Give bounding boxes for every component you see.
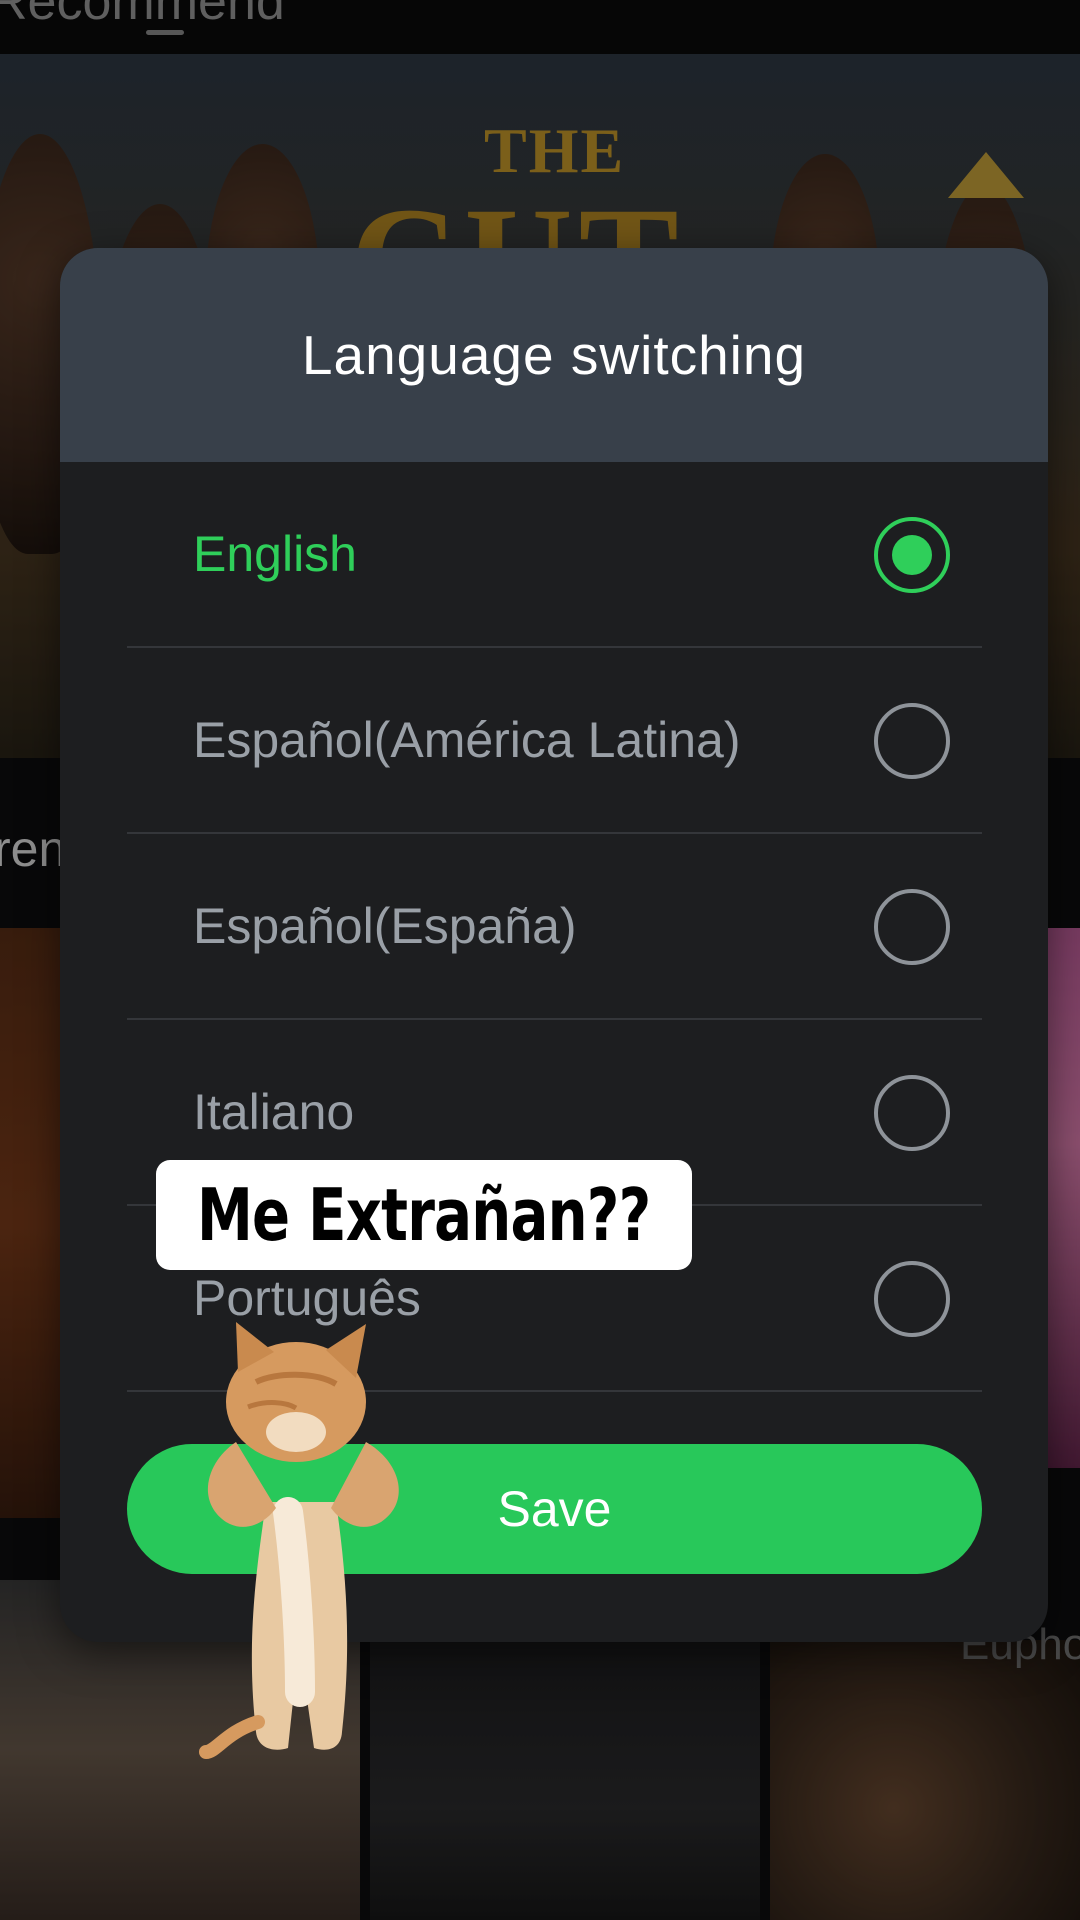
language-label: English [193, 526, 357, 582]
language-label: Español(España) [193, 898, 577, 954]
language-option-espanol-latam[interactable]: Español(América Latina) [127, 648, 982, 834]
caption-text: Me Extrañan?? [197, 1173, 651, 1257]
radio-selected-dot [892, 535, 932, 575]
dialog-title: Language switching [301, 324, 807, 386]
dancing-cat-sticker [199, 1322, 399, 1759]
language-option-espanol-espana[interactable]: Español(España) [127, 834, 982, 1020]
language-label: Español(América Latina) [193, 712, 741, 768]
radio-button[interactable] [874, 703, 950, 779]
dialog-header: Language switching [60, 248, 1048, 462]
language-label: Italiano [193, 1084, 355, 1140]
caption-sticker: Me Extrañan?? [156, 1160, 692, 1270]
radio-button[interactable] [874, 889, 950, 965]
radio-button[interactable] [874, 1075, 950, 1151]
radio-button[interactable] [874, 517, 950, 593]
radio-button[interactable] [874, 1261, 950, 1337]
language-option-english[interactable]: English [127, 462, 982, 648]
